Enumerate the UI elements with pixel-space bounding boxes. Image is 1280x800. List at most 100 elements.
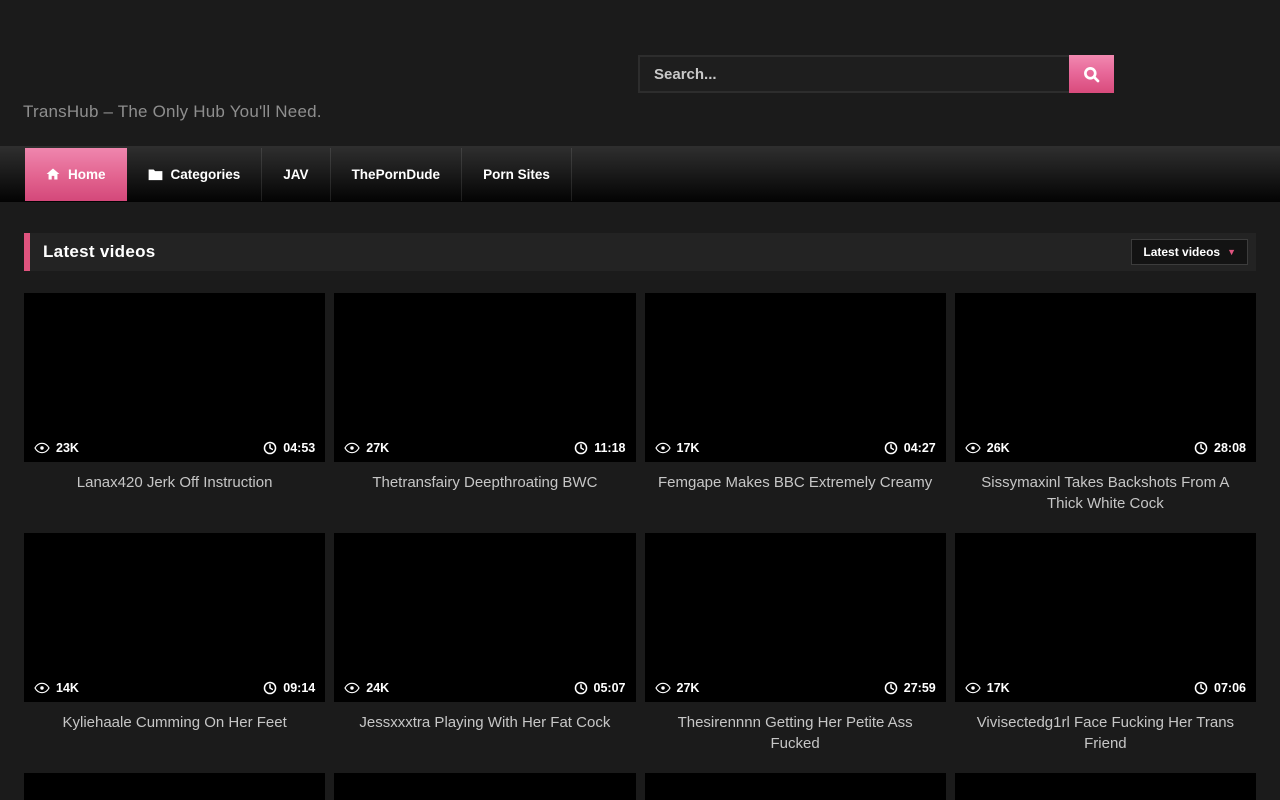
folder-icon	[148, 168, 163, 181]
page: TransHub – The Only Hub You'll Need. Hom…	[0, 0, 1280, 800]
video-title: Vivisectedg1rl Face Fucking Her Trans Fr…	[955, 702, 1256, 773]
view-count: 27K	[366, 441, 389, 455]
video-card[interactable]: 17K 07:06 Vivisectedg1rl Face Fucking He…	[955, 533, 1256, 773]
section-header: Latest videos Latest videos ▼	[24, 233, 1256, 271]
views-icon	[344, 442, 360, 454]
video-card[interactable]: 14K 09:14 Kyliehaale Cumming On Her Feet	[24, 533, 325, 773]
view-count: 26K	[987, 441, 1010, 455]
video-card[interactable]: 23K 04:53 Lanax420 Jerk Off Instruction	[24, 293, 325, 533]
view-count-group: 24K	[344, 681, 389, 695]
nav-tab-jav[interactable]: JAV	[262, 148, 330, 201]
video-card[interactable]	[955, 773, 1256, 800]
search-input[interactable]	[638, 55, 1069, 93]
view-count: 23K	[56, 441, 79, 455]
nav-tab-home[interactable]: Home	[25, 148, 127, 201]
nav-tab-categories[interactable]: Categories	[127, 148, 263, 201]
video-card[interactable]: 26K 28:08 Sissymaxinl Takes Backshots Fr…	[955, 293, 1256, 533]
view-count-group: 27K	[344, 441, 389, 455]
duration-icon	[263, 441, 277, 455]
video-stats: 23K 04:53	[24, 434, 325, 462]
video-thumbnail: 24K 05:07	[334, 533, 635, 702]
video-card[interactable]: 17K 04:27 Femgape Makes BBC Extremely Cr…	[645, 293, 946, 533]
video-card[interactable]: 24K 05:07 Jessxxxtra Playing With Her Fa…	[334, 533, 635, 773]
main-nav: Home Categories JAV ThePornDude Porn Sit…	[0, 146, 1280, 202]
view-count: 14K	[56, 681, 79, 695]
video-title: Lanax420 Jerk Off Instruction	[24, 462, 325, 533]
duration-icon	[1194, 441, 1208, 455]
nav-tab-theporndude[interactable]: ThePornDude	[331, 148, 463, 201]
views-icon	[655, 682, 671, 694]
views-icon	[34, 682, 50, 694]
video-title: Sissymaxinl Takes Backshots From A Thick…	[955, 462, 1256, 533]
view-count-group: 17K	[965, 681, 1010, 695]
nav-tab-label: JAV	[283, 167, 308, 182]
main-content: Latest videos Latest videos ▼ 23K	[24, 233, 1256, 800]
duration-icon	[574, 681, 588, 695]
video-stats: 27K 11:18	[334, 434, 635, 462]
view-count: 27K	[677, 681, 700, 695]
sort-dropdown[interactable]: Latest videos ▼	[1131, 239, 1248, 265]
video-thumbnail: 27K 27:59	[645, 533, 946, 702]
video-stats: 24K 05:07	[334, 674, 635, 702]
duration-group: 11:18	[574, 441, 625, 455]
video-stats: 17K 07:06	[955, 674, 1256, 702]
duration-group: 04:27	[884, 441, 936, 455]
duration-icon	[263, 681, 277, 695]
video-title: Thesirennnn Getting Her Petite Ass Fucke…	[645, 702, 946, 773]
video-card[interactable]	[645, 773, 946, 800]
duration-group: 04:53	[263, 441, 315, 455]
duration-icon	[884, 441, 898, 455]
nav-tab-label: Porn Sites	[483, 167, 550, 182]
video-card[interactable]: 27K 11:18 Thetransfairy Deepthroating BW…	[334, 293, 635, 533]
video-thumbnail	[645, 773, 946, 800]
nav-tab-porn-sites[interactable]: Porn Sites	[462, 148, 572, 201]
view-count-group: 23K	[34, 441, 79, 455]
duration-group: 27:59	[884, 681, 936, 695]
video-thumbnail	[334, 773, 635, 800]
view-count-group: 17K	[655, 441, 700, 455]
video-title: Femgape Makes BBC Extremely Creamy	[645, 462, 946, 533]
search-button[interactable]	[1069, 55, 1114, 93]
duration-icon	[1194, 681, 1208, 695]
video-thumbnail: 17K 04:27	[645, 293, 946, 462]
view-count-group: 14K	[34, 681, 79, 695]
video-grid: 23K 04:53 Lanax420 Jerk Off Instruction	[24, 293, 1256, 800]
sort-dropdown-label: Latest videos	[1143, 245, 1220, 259]
video-card[interactable]: 27K 27:59 Thesirennnn Getting Her Petite…	[645, 533, 946, 773]
section-title: Latest videos	[43, 242, 156, 262]
chevron-down-icon: ▼	[1227, 248, 1236, 257]
view-count: 17K	[677, 441, 700, 455]
views-icon	[34, 442, 50, 454]
video-stats: 26K 28:08	[955, 434, 1256, 462]
duration: 28:08	[1214, 441, 1246, 455]
views-icon	[965, 682, 981, 694]
duration: 09:14	[283, 681, 315, 695]
duration: 04:53	[283, 441, 315, 455]
video-thumbnail: 26K 28:08	[955, 293, 1256, 462]
video-thumbnail: 23K 04:53	[24, 293, 325, 462]
video-title: Kyliehaale Cumming On Her Feet	[24, 702, 325, 773]
video-thumbnail	[24, 773, 325, 800]
duration-group: 05:07	[574, 681, 626, 695]
video-thumbnail: 14K 09:14	[24, 533, 325, 702]
views-icon	[655, 442, 671, 454]
duration: 04:27	[904, 441, 936, 455]
video-thumbnail: 17K 07:06	[955, 533, 1256, 702]
nav-tab-label: Categories	[171, 167, 241, 182]
video-stats: 27K 27:59	[645, 674, 946, 702]
duration: 11:18	[594, 441, 625, 455]
video-stats: 14K 09:14	[24, 674, 325, 702]
duration-icon	[574, 441, 588, 455]
video-stats: 17K 04:27	[645, 434, 946, 462]
duration-group: 28:08	[1194, 441, 1246, 455]
search-icon	[1082, 65, 1101, 84]
view-count: 17K	[987, 681, 1010, 695]
view-count-group: 26K	[965, 441, 1010, 455]
video-card[interactable]	[334, 773, 635, 800]
duration-group: 07:06	[1194, 681, 1246, 695]
duration-group: 09:14	[263, 681, 315, 695]
video-thumbnail	[955, 773, 1256, 800]
search-form	[638, 55, 1114, 93]
video-card[interactable]	[24, 773, 325, 800]
duration: 27:59	[904, 681, 936, 695]
